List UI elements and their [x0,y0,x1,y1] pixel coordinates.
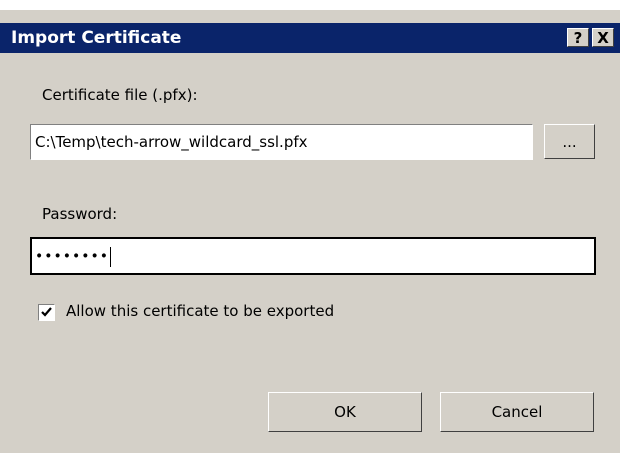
ok-button[interactable]: OK [268,392,422,432]
password-input[interactable]: •••••••• [30,237,596,275]
title-bar: Import Certificate ? X [0,23,620,53]
text-caret [110,246,112,267]
dialog-title: Import Certificate [11,28,182,48]
checkmark-icon [41,307,52,317]
close-button[interactable]: X [592,28,614,47]
certificate-file-label: Certificate file (.pfx): [42,86,198,104]
help-button[interactable]: ? [567,28,589,47]
close-icon: X [597,28,609,47]
allow-export-checkbox[interactable] [38,304,55,321]
help-icon: ? [573,28,583,47]
cancel-button[interactable]: Cancel [440,392,594,432]
browse-button[interactable]: ... [544,124,595,159]
import-certificate-dialog: Import Certificate ? X Certificate file … [0,10,620,453]
allow-export-label: Allow this certificate to be exported [66,302,335,320]
ok-label: OK [334,403,356,421]
certificate-file-input[interactable]: C:\Temp\tech-arrow_wildcard_ssl.pfx [30,124,533,160]
password-label: Password: [42,205,118,223]
browse-label: ... [562,132,577,151]
password-masked-value: •••••••• [35,248,110,265]
cancel-label: Cancel [491,403,543,421]
